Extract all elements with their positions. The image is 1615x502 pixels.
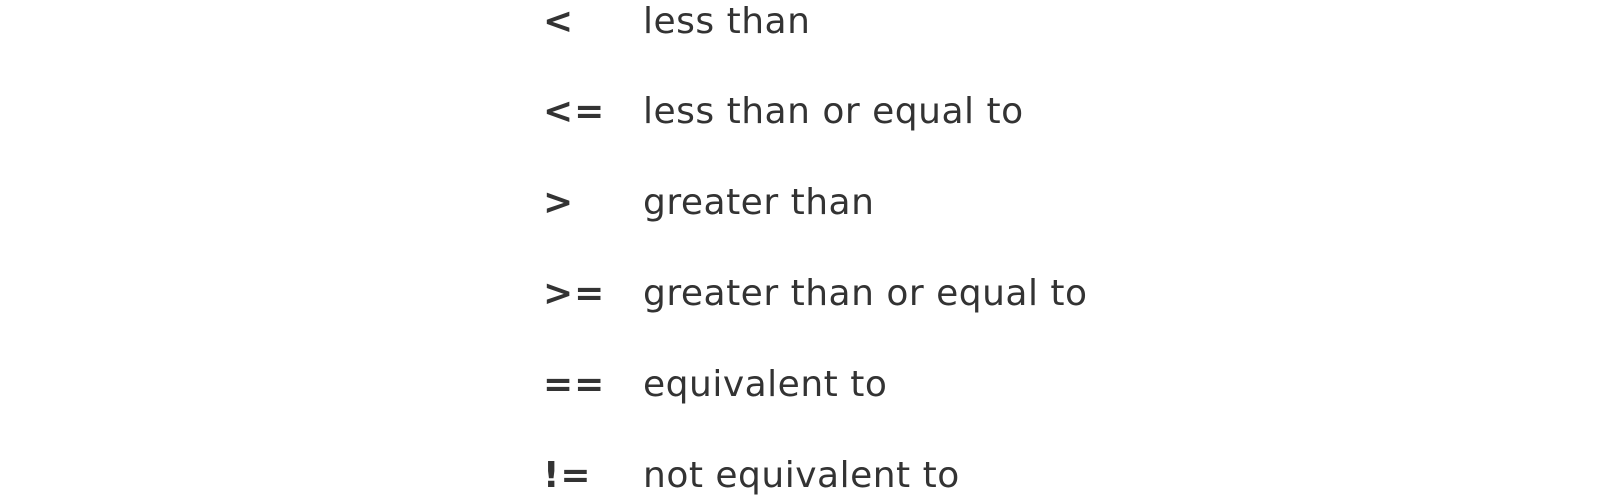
operator-row-greater-than: > greater than: [543, 181, 874, 225]
operator-row-not-equivalent: != not equivalent to: [543, 454, 960, 498]
operator-meaning: greater than or equal to: [643, 273, 1088, 314]
operator-row-greater-than-or-equal: >= greater than or equal to: [543, 272, 1088, 316]
comparison-operators-list: < less than <= less than or equal to > g…: [543, 0, 1243, 502]
operator-meaning: less than or equal to: [643, 91, 1024, 132]
operator-symbol: <=: [543, 91, 606, 132]
operator-meaning: greater than: [643, 182, 875, 223]
operator-symbol: ==: [543, 364, 606, 405]
operator-symbol: >=: [543, 273, 606, 314]
operator-meaning: not equivalent to: [643, 455, 960, 496]
operator-symbol: >: [543, 182, 575, 223]
operator-symbol: !=: [543, 455, 592, 496]
operator-meaning: less than: [643, 1, 811, 42]
operator-row-equivalent: == equivalent to: [543, 363, 887, 407]
operator-row-less-than: < less than: [543, 0, 810, 44]
operator-symbol: <: [543, 1, 575, 42]
operator-meaning: equivalent to: [643, 364, 888, 405]
operator-row-less-than-or-equal: <= less than or equal to: [543, 90, 1024, 134]
